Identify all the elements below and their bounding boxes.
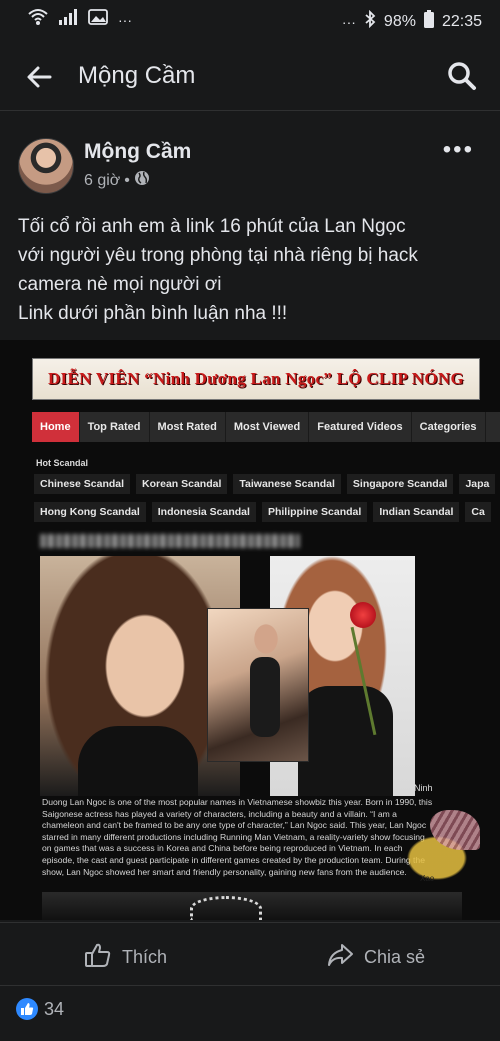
tag-item: Hong Kong Scandal xyxy=(34,502,146,522)
like-button[interactable]: Thích xyxy=(84,941,167,974)
post-text-line: camera nè mọi người ơi xyxy=(18,274,222,295)
rose-icon xyxy=(350,602,376,628)
bluetooth-icon xyxy=(364,9,376,33)
app-bar: Mộng Cầm xyxy=(0,44,500,111)
article-text: Duong Lan Ngoc is one of the most popula… xyxy=(42,797,433,877)
tag-list: Chinese Scandal Korean Scandal Taiwanese… xyxy=(34,470,500,526)
post-header: Mộng Cầm 6 giờ • ••• xyxy=(0,126,500,206)
back-arrow-icon[interactable] xyxy=(24,62,54,92)
post-time[interactable]: 6 giờ xyxy=(84,172,120,190)
post-options-icon[interactable]: ••• xyxy=(443,136,474,164)
status-more-right: ··· xyxy=(341,13,356,30)
status-more-left: ··· xyxy=(118,11,132,28)
photo-inset xyxy=(207,608,309,762)
clock: 22:35 xyxy=(441,12,482,30)
tag-item: Chinese Scandal xyxy=(34,474,131,494)
hot-scandal-label: Hot Scandal xyxy=(36,458,89,468)
bottom-photo xyxy=(42,892,462,920)
share-icon xyxy=(326,941,354,974)
banner-title: DIỄN VIÊN “Ninh Dương Lan Ngọc” LỘ CLIP … xyxy=(47,369,465,388)
tag-item: Indian Scandal xyxy=(373,502,460,522)
tag-item: Singapore Scandal xyxy=(346,474,454,494)
tag-item: Japa xyxy=(459,474,496,494)
site-nav-home: Home xyxy=(32,412,80,442)
site-nav-most-rated: Most Rated xyxy=(150,412,226,442)
post-actions: Thích Chia sẻ xyxy=(0,922,500,986)
wifi-icon xyxy=(28,8,48,31)
like-reaction-icon xyxy=(16,998,38,1020)
globe-icon xyxy=(134,170,150,191)
tag-item: Korean Scandal xyxy=(136,474,228,494)
site-nav-categories: Categories xyxy=(412,412,486,442)
site-nav-most-viewed: Most Viewed xyxy=(226,412,310,442)
share-label: Chia sẻ xyxy=(364,947,426,967)
gallery-icon xyxy=(88,8,108,31)
tag-item: Ca xyxy=(465,502,491,522)
like-count: 34 xyxy=(44,998,65,1019)
post-text-line: Link dưới phần bình luận nha !!! xyxy=(18,303,288,324)
thumbs-up-icon xyxy=(84,941,112,974)
battery-icon xyxy=(423,10,434,33)
site-nav: Home Top Rated Most Rated Most Viewed Fe… xyxy=(32,412,500,442)
share-button[interactable]: Chia sẻ xyxy=(326,941,425,974)
blurred-heading xyxy=(40,534,300,548)
signal-icon xyxy=(58,8,78,31)
site-nav-featured: Featured Videos xyxy=(309,412,412,442)
meta-separator: • xyxy=(124,171,130,189)
post-text-line: với người yêu trong phòng tại nhà riêng … xyxy=(18,245,418,266)
tag-item: Philippine Scandal xyxy=(261,502,368,522)
tag-item: Taiwanese Scandal xyxy=(233,474,341,494)
page-title: Mộng Cầm xyxy=(78,62,196,89)
status-bar: ··· ··· 98% 22:35 xyxy=(0,0,500,40)
reaction-summary[interactable]: 34 xyxy=(16,998,64,1020)
post-meta: 6 giờ • xyxy=(84,170,150,191)
caption-fragment: Ninh xyxy=(414,783,433,793)
post-body: Tối cổ rồi anh em à link 16 phút của Lan… xyxy=(18,212,488,328)
watermark-text: Xao xyxy=(420,874,435,883)
post-author[interactable]: Mộng Cầm xyxy=(84,140,191,164)
post-image[interactable]: DIỄN VIÊN “Ninh Dương Lan Ngọc” LỘ CLIP … xyxy=(0,340,500,920)
site-nav-top-rated: Top Rated xyxy=(80,412,150,442)
site-banner: DIỄN VIÊN “Ninh Dương Lan Ngọc” LỘ CLIP … xyxy=(32,358,480,400)
tag-item: Indonesia Scandal xyxy=(151,502,256,522)
search-icon[interactable] xyxy=(446,60,478,92)
like-label: Thích xyxy=(122,947,168,967)
battery-percent: 98% xyxy=(383,12,416,30)
post-text-line: Tối cổ rồi anh em à link 16 phút của Lan… xyxy=(18,216,406,237)
avatar[interactable] xyxy=(18,138,74,194)
